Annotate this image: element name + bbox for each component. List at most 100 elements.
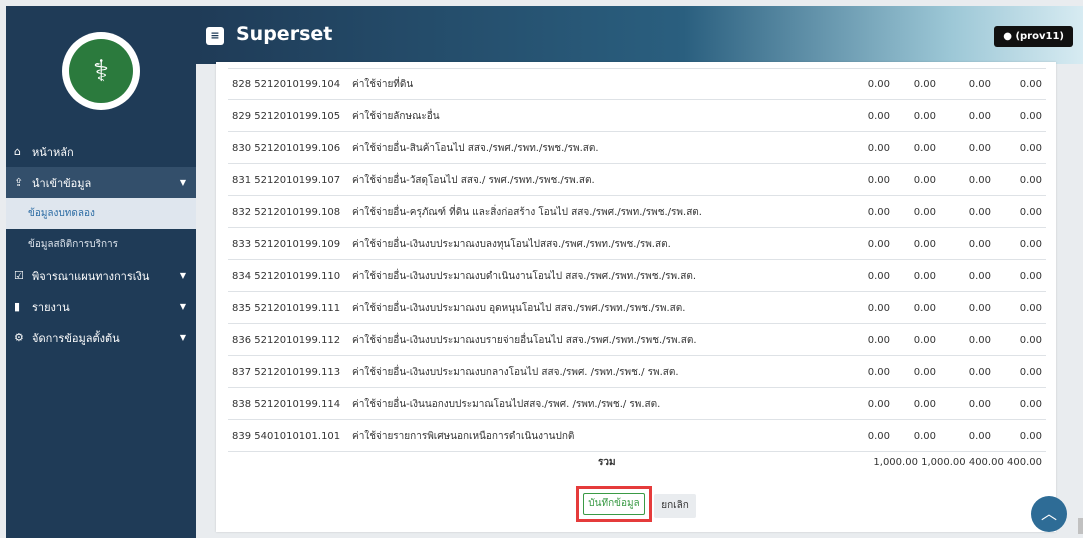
value-cell: 0.00 <box>867 239 890 250</box>
app-title: Superset <box>236 23 333 45</box>
chevron-up-icon: ︿ <box>1040 504 1057 523</box>
scroll-to-top-button[interactable]: ︿ <box>1031 496 1067 532</box>
value-cell: 0.00 <box>867 399 890 410</box>
value-cell: 0.00 <box>968 239 991 250</box>
sidebar: ⚕ ⌂ หน้าหลัก ⇪ นำเข้าข้อมูล ▼ ข้อมูลงบทด… <box>6 6 196 538</box>
value-cell: 0.00 <box>867 303 890 314</box>
value-cell: 0.00 <box>913 303 936 314</box>
value-cell: 0.00 <box>913 399 936 410</box>
value-cell: 0.00 <box>913 111 936 122</box>
value-cell: 0.00 <box>968 111 991 122</box>
value-cell: 0.00 <box>1019 111 1042 122</box>
account-name: ค่าใช้จ่ายอื่น-วัสดุโอนไป สสจ./ รพศ./รพท… <box>352 175 595 186</box>
account-name: ค่าใช้จ่ายอื่น-เงินงบประมาณงบกลางโอนไป ส… <box>352 367 679 378</box>
value-cell: 0.00 <box>867 79 890 90</box>
value-cell: 0.00 <box>968 431 991 442</box>
value-cell: 0.00 <box>867 271 890 282</box>
gear-icon: ⚙ <box>14 331 24 344</box>
sidebar-item-label: รายงาน <box>32 300 70 314</box>
value-cell: 0.00 <box>867 143 890 154</box>
value-cell: 0.00 <box>1019 399 1042 410</box>
value-cell: 0.00 <box>913 367 936 378</box>
value-cell: 0.00 <box>1019 431 1042 442</box>
table-row: 832 5212010199.108 ค่าใช้จ่ายอื่น-ครุภัณฑ… <box>228 197 1046 228</box>
table-row: 831 5212010199.107 ค่าใช้จ่ายอื่น-วัสดุโอ… <box>228 165 1046 196</box>
sidebar-item-home[interactable]: ⌂ หน้าหลัก <box>6 136 196 167</box>
value-cell: 0.00 <box>968 303 991 314</box>
table-row: 828 5212010199.104 ค่าใช้จ่ายที่ดิน 0.00 0.… <box>228 69 1046 100</box>
username: (prov11) <box>1015 31 1064 42</box>
table-row: 835 5212010199.111 ค่าใช้จ่ายอื่น-เงินงบป… <box>228 293 1046 324</box>
account-name: ค่าใช้จ่ายรายการพิเศษนอกเหนือการดำเนินงา… <box>352 431 575 442</box>
account-code: 829 5212010199.105 <box>232 111 341 122</box>
value-cell: 0.00 <box>1019 207 1042 218</box>
user-menu-button[interactable]: ● (prov11) <box>994 26 1073 47</box>
upload-icon: ⇪ <box>14 176 24 189</box>
sidebar-item-reports[interactable]: ▮ รายงาน ▼ <box>6 291 196 322</box>
account-code: 835 5212010199.111 <box>232 303 341 314</box>
account-name: ค่าใช้จ่ายอื่น-เงินงบประมาณงบรายจ่ายอื่น… <box>352 335 697 346</box>
value-cell: 0.00 <box>1019 367 1042 378</box>
sidebar-item-label: ข้อมูลงบทดลอง <box>28 208 95 219</box>
user-icon: ● <box>1003 31 1012 42</box>
account-name: ค่าใช้จ่ายอื่น-เงินนอกงบประมาณโอนไปสสจ./… <box>352 399 661 410</box>
value-cell: 0.00 <box>968 367 991 378</box>
scrollbar[interactable] <box>1078 518 1083 534</box>
account-code: 828 5212010199.104 <box>232 79 341 90</box>
value-cell: 0.00 <box>1019 79 1042 90</box>
table-row: 830 5212010199.106 ค่าใช้จ่ายอื่น-สินค้าโ… <box>228 133 1046 164</box>
account-code: 837 5212010199.113 <box>232 367 341 378</box>
table-row: 837 5212010199.113 ค่าใช้จ่ายอื่น-เงินงบป… <box>228 357 1046 388</box>
sidebar-item-master-data[interactable]: ⚙ จัดการข้อมูลตั้งต้น ▼ <box>6 322 196 353</box>
value-cell: 0.00 <box>913 431 936 442</box>
chevron-down-icon: ▼ <box>179 302 186 311</box>
value-cell: 0.00 <box>1019 271 1042 282</box>
cancel-button[interactable]: ยกเลิก <box>654 494 696 518</box>
value-cell: 0.00 <box>913 239 936 250</box>
menu-toggle-button[interactable]: ≡ <box>206 27 224 45</box>
value-cell: 0.00 <box>968 207 991 218</box>
value-cell: 0.00 <box>867 335 890 346</box>
file-icon: ▮ <box>14 300 21 313</box>
check-square-icon: ☑ <box>14 269 24 282</box>
account-name: ค่าใช้จ่ายอื่น-เงินงบประมาณงบลงทุนโอนไปส… <box>352 239 671 250</box>
value-cell: 0.00 <box>913 271 936 282</box>
ministry-logo: ⚕ <box>62 32 140 110</box>
value-cell: 0.00 <box>1019 303 1042 314</box>
account-name: ค่าใช้จ่ายที่ดิน <box>352 79 414 90</box>
top-navbar: ≡ Superset ● (prov11) <box>196 6 1083 64</box>
table-row: 829 5212010199.105 ค่าใช้จ่ายลักษณะอื่น 0.… <box>228 101 1046 132</box>
account-code: 839 5401010101.101 <box>232 431 341 442</box>
table-row: 834 5212010199.110 ค่าใช้จ่ายอื่น-เงินงบป… <box>228 261 1046 292</box>
account-name: ค่าใช้จ่ายอื่น-ครุภัณฑ์ ที่ดิน และสิ่งก่… <box>352 207 702 218</box>
value-cell: 0.00 <box>968 143 991 154</box>
total-label: รวม <box>598 457 616 468</box>
account-code: 831 5212010199.107 <box>232 175 341 186</box>
value-cell: 0.00 <box>867 207 890 218</box>
save-button-highlight: บันทึกข้อมูล <box>576 486 652 522</box>
table-row: 839 5401010101.101 ค่าใช้จ่ายรายการพิเศษน… <box>228 421 1046 452</box>
data-card: 828 5212010199.104 ค่าใช้จ่ายที่ดิน 0.00 0.… <box>216 62 1056 532</box>
value-cell: 0.00 <box>1019 239 1042 250</box>
sidebar-item-label: จัดการข้อมูลตั้งต้น <box>32 331 120 345</box>
logo-area: ⚕ <box>6 6 196 136</box>
account-code: 833 5212010199.109 <box>232 239 341 250</box>
sidebar-item-import[interactable]: ⇪ นำเข้าข้อมูล ▼ <box>6 167 196 198</box>
sidebar-subitem-trial-balance[interactable]: ข้อมูลงบทดลอง <box>6 198 196 229</box>
value-cell: 0.00 <box>1019 143 1042 154</box>
value-cell: 0.00 <box>968 399 991 410</box>
sidebar-item-label: หน้าหลัก <box>32 145 74 159</box>
sidebar-subitem-service-stats[interactable]: ข้อมูลสถิติการบริการ <box>6 229 196 260</box>
sidebar-item-label: นำเข้าข้อมูล <box>32 176 92 190</box>
save-button[interactable]: บันทึกข้อมูล <box>583 493 645 515</box>
account-code: 838 5212010199.114 <box>232 399 341 410</box>
account-name: ค่าใช้จ่ายอื่น-เงินงบประมาณงบ อุดหนุนโอน… <box>352 303 686 314</box>
value-cell: 0.00 <box>968 175 991 186</box>
chevron-down-icon: ▼ <box>179 271 186 280</box>
value-cell: 0.00 <box>1019 175 1042 186</box>
account-code: 832 5212010199.108 <box>232 207 341 218</box>
sidebar-item-financial-plan[interactable]: ☑ พิจารณาแผนทางการเงิน ▼ <box>6 260 196 291</box>
home-icon: ⌂ <box>14 145 21 158</box>
value-cell: 0.00 <box>867 367 890 378</box>
table-row: 836 5212010199.112 ค่าใช้จ่ายอื่น-เงินงบป… <box>228 325 1046 356</box>
